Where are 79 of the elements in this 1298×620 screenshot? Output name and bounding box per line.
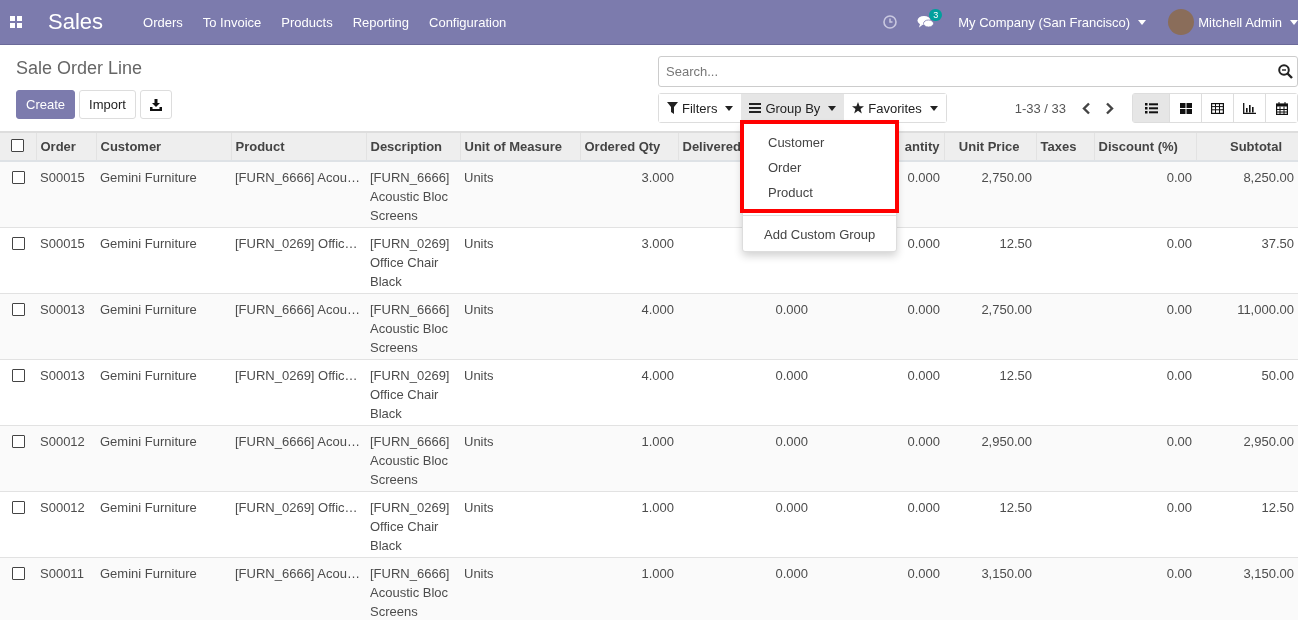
- quantity-cell: 0.000: [907, 566, 940, 581]
- product-cell: [FURN_0269] Offic…: [235, 368, 358, 383]
- app-name: Sales: [48, 9, 104, 35]
- unit-cell: Units: [464, 368, 494, 383]
- quantity-cell: 4.000: [641, 302, 674, 317]
- order-cell: S00012: [40, 500, 85, 515]
- price-cell: 12.50: [999, 236, 1032, 251]
- product-cell: [FURN_6666] Acou…: [235, 434, 360, 449]
- product-cell: [FURN_0269] Offic…: [235, 500, 358, 515]
- quantity-cell: 3.000: [641, 170, 674, 185]
- price-cell: 2,750.00: [981, 302, 1032, 317]
- price-cell: 12.50: [999, 500, 1032, 515]
- description-cell: [FURN_6666] Acoustic Bloc Screens: [370, 566, 450, 619]
- order-cell: S00011: [40, 566, 84, 581]
- customer-cell: Gemini Furniture: [100, 566, 197, 581]
- product-cell: [FURN_6666] Acou…: [235, 566, 360, 581]
- description-cell: [FURN_6666] Acoustic Bloc Screens: [370, 302, 450, 355]
- description-cell: [FURN_6666] Acoustic Bloc Screens: [370, 434, 450, 487]
- quantity-cell: 0.000: [907, 368, 940, 383]
- subtotal-cell: 12.50: [1261, 500, 1294, 515]
- quantity-cell: 0.000: [775, 500, 808, 515]
- order-cell: S00012: [40, 434, 85, 449]
- order-cell: S00015: [40, 236, 85, 251]
- quantity-cell: 0.000: [907, 434, 940, 449]
- order-cell: S00015: [40, 170, 85, 185]
- discount-cell: 0.00: [1166, 500, 1192, 515]
- customer-cell: Gemini Furniture: [100, 368, 197, 383]
- customer-cell: Gemini Furniture: [100, 302, 197, 317]
- quantity-cell: 0.000: [907, 500, 940, 515]
- customer-cell: Gemini Furniture: [100, 434, 197, 449]
- page-title: Sale Order Line: [16, 58, 144, 79]
- unit-cell: Units: [464, 434, 494, 449]
- order-cell: S00013: [40, 368, 85, 383]
- customer-cell: Gemini Furniture: [100, 500, 197, 515]
- product-cell: [FURN_0269] Offic…: [235, 236, 358, 251]
- quantity-cell: 1.000: [641, 566, 674, 581]
- product-cell: [FURN_6666] Acou…: [235, 170, 360, 185]
- subtotal-cell: 3,150.00: [1243, 566, 1294, 581]
- product-cell: [FURN_6666] Acou…: [235, 302, 360, 317]
- message-count-badge: 3: [929, 9, 943, 21]
- unit-cell: Units: [464, 500, 494, 515]
- subtotal-cell: 11,000.00: [1237, 302, 1294, 317]
- quantity-cell: 3.000: [641, 236, 674, 251]
- discount-cell: 0.00: [1166, 170, 1192, 185]
- pager-value: 1-33 / 33: [1014, 100, 1066, 116]
- description-cell: [FURN_6666] Acoustic Bloc Screens: [370, 170, 450, 223]
- subtotal-cell: 50.00: [1261, 368, 1294, 383]
- quantity-cell: 0.000: [775, 434, 808, 449]
- quantity-cell: 0.000: [907, 302, 940, 317]
- quantity-cell: 0.000: [907, 236, 940, 251]
- price-cell: 12.50: [999, 368, 1032, 383]
- quantity-cell: 0.000: [775, 566, 808, 581]
- unit-cell: Units: [464, 170, 494, 185]
- discount-cell: 0.00: [1166, 566, 1192, 581]
- quantity-cell: 4.000: [641, 368, 674, 383]
- unit-cell: Units: [464, 302, 494, 317]
- price-cell: 2,750.00: [981, 170, 1032, 185]
- description-cell: [FURN_0269] Office Chair Black: [370, 236, 450, 289]
- unit-cell: Units: [464, 236, 494, 251]
- quantity-cell: 1.000: [641, 500, 674, 515]
- discount-cell: 0.00: [1166, 236, 1192, 251]
- description-cell: [FURN_0269] Office Chair Black: [370, 368, 450, 421]
- quantity-cell: 1.000: [641, 434, 674, 449]
- quantity-cell: 0.000: [775, 302, 808, 317]
- subtotal-cell: 2,950.00: [1243, 434, 1294, 449]
- description-cell: [FURN_0269] Office Chair Black: [370, 500, 450, 553]
- quantity-cell: 0.000: [775, 368, 808, 383]
- customer-cell: Gemini Furniture: [100, 170, 197, 185]
- price-cell: 3,150.00: [981, 566, 1032, 581]
- discount-cell: 0.00: [1166, 302, 1192, 317]
- discount-cell: 0.00: [1166, 368, 1192, 383]
- unit-cell: Units: [464, 566, 494, 581]
- quantity-cell: 0.000: [907, 170, 940, 185]
- customer-cell: Gemini Furniture: [100, 236, 197, 251]
- subtotal-cell: 8,250.00: [1243, 170, 1294, 185]
- price-cell: 2,950.00: [981, 434, 1032, 449]
- order-cell: S00013: [40, 302, 85, 317]
- subtotal-cell: 37.50: [1261, 236, 1294, 251]
- discount-cell: 0.00: [1166, 434, 1192, 449]
